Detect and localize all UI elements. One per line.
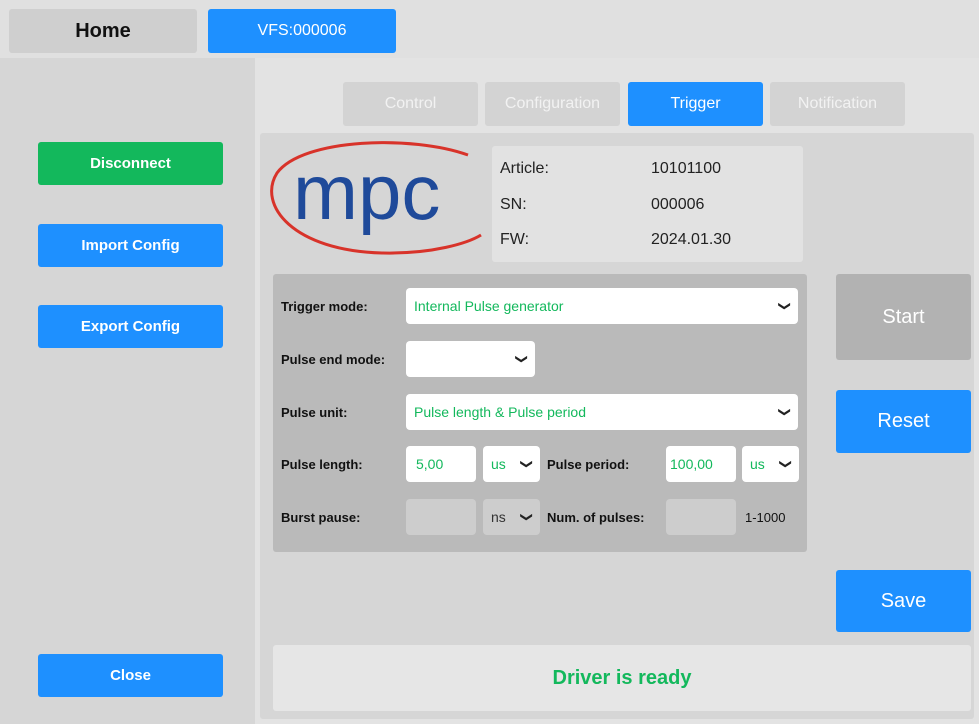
pulse-end-mode-select[interactable]: ❯ [406,341,535,377]
trigger-form: Trigger mode: Internal Pulse generator ❯… [273,274,807,552]
sidebar: Disconnect Import Config Export Config C… [0,58,255,724]
chevron-down-icon: ❯ [777,300,792,312]
chevron-down-icon: ❯ [514,353,529,365]
article-label: Article: [500,160,549,177]
burst-pause-input[interactable] [406,499,476,535]
article-value: 10101100 [651,160,721,177]
num-pulses-label: Num. of pulses: [547,510,645,525]
trigger-mode-label: Trigger mode: [281,299,368,314]
trigger-mode-value: Internal Pulse generator [414,298,564,314]
pulse-unit-select[interactable]: Pulse length & Pulse period ❯ [406,394,798,430]
fw-value: 2024.01.30 [651,231,732,248]
logo-text: mpc [293,148,440,236]
trigger-panel: mpc Article: 10101100 SN: 000006 FW: 202… [260,133,974,719]
reset-button[interactable]: Reset [836,390,971,453]
tab-configuration[interactable]: Configuration [485,82,620,126]
pulse-length-unit: us [491,456,506,472]
start-button[interactable]: Start [836,274,971,360]
pulse-unit-label: Pulse unit: [281,405,348,420]
burst-pause-unit-select[interactable]: ns ❯ [483,499,540,535]
num-pulses-range: 1-1000 [745,510,786,525]
chevron-down-icon: ❯ [519,511,534,523]
tab-notification[interactable]: Notification [770,82,905,126]
sn-label: SN: [500,196,527,213]
status-bar: Driver is ready [273,645,971,711]
mpc-logo: mpc [270,141,482,255]
pulse-length-input[interactable]: 5,00 [406,446,476,482]
chevron-down-icon: ❯ [778,458,793,470]
chevron-down-icon: ❯ [777,406,792,418]
tab-trigger[interactable]: Trigger [628,82,763,126]
chevron-down-icon: ❯ [519,458,534,470]
sn-value: 000006 [651,196,705,213]
pulse-period-label: Pulse period: [547,457,630,472]
pulse-period-unit: us [750,456,765,472]
num-pulses-input[interactable] [666,499,736,535]
pulse-unit-value: Pulse length & Pulse period [414,404,586,420]
burst-pause-label: Burst pause: [281,510,361,525]
device-tab[interactable]: VFS:000006 [208,9,396,53]
pulse-end-mode-label: Pulse end mode: [281,352,386,367]
main-area: Control Configuration Trigger Notificati… [255,58,979,724]
device-info-box: Article: 10101100 SN: 000006 FW: 2024.01… [492,146,803,262]
top-bar: Home VFS:000006 [0,0,979,58]
export-config-button[interactable]: Export Config [38,305,223,348]
home-tab[interactable]: Home [9,9,197,53]
tab-control[interactable]: Control [343,82,478,126]
pulse-length-unit-select[interactable]: us ❯ [483,446,540,482]
pulse-period-input[interactable]: 100,00 [666,446,736,482]
disconnect-button[interactable]: Disconnect [38,142,223,185]
pulse-length-label: Pulse length: [281,457,363,472]
pulse-period-unit-select[interactable]: us ❯ [742,446,799,482]
save-button[interactable]: Save [836,570,971,632]
import-config-button[interactable]: Import Config [38,224,223,267]
status-text: Driver is ready [552,666,692,689]
close-button[interactable]: Close [38,654,223,697]
trigger-mode-select[interactable]: Internal Pulse generator ❯ [406,288,798,324]
burst-pause-unit: ns [491,509,506,525]
fw-label: FW: [500,231,530,248]
